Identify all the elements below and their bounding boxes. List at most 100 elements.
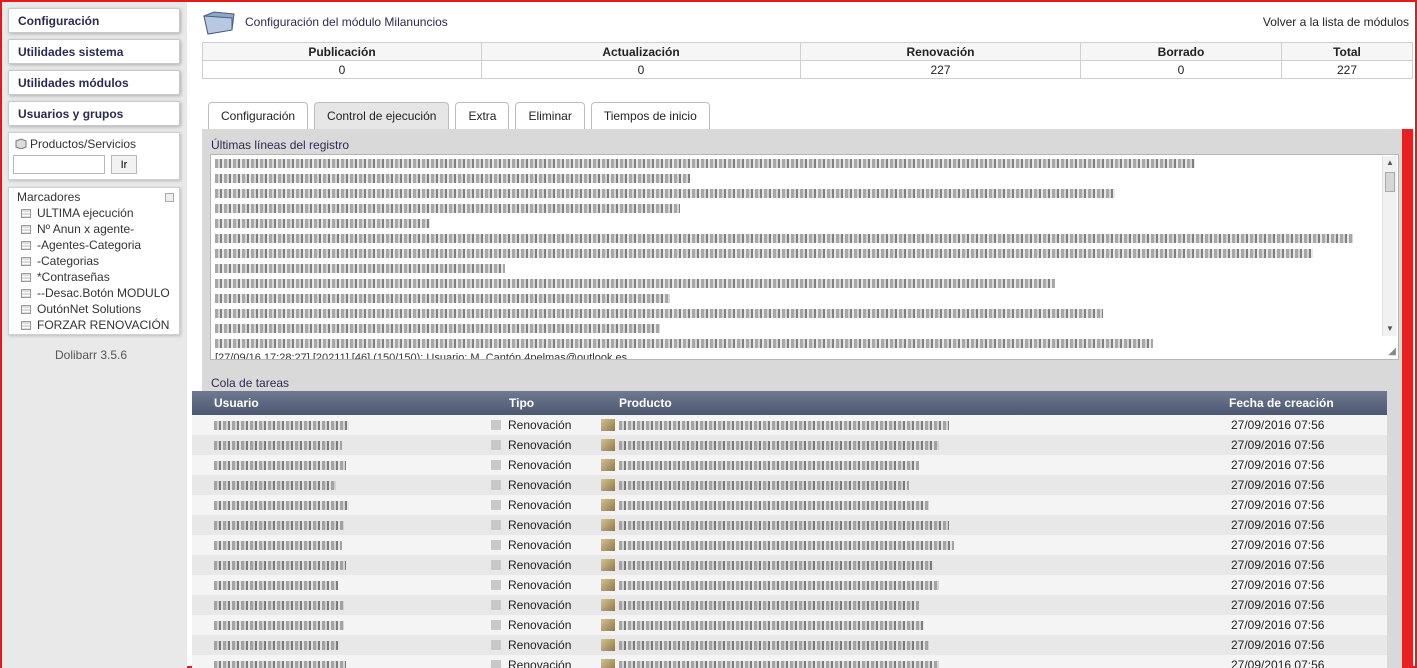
log-line [215,292,1365,307]
type-marker-icon [491,480,501,490]
module-folder-icon [203,11,235,35]
cell-usuario [192,435,487,455]
cell-fecha: 27/09/2016 07:56 [1231,618,1325,632]
tab-extra[interactable]: Extra [455,102,510,130]
bookmark-item[interactable]: FORZAR RENOVACIÓN [21,318,170,334]
bookmarks-collapse-icon[interactable] [165,193,174,202]
menu-utilidades-sistema[interactable]: Utilidades sistema [8,39,180,64]
cell-tipo: Renovación [487,615,597,635]
bookmark-item[interactable]: OutónNet Solutions [21,302,170,318]
type-marker-icon [491,440,501,450]
bookmark-label: FORZAR RENOVACIÓN [37,318,170,332]
table-row[interactable]: Renovación 27/09/2016 07:56 [192,615,1387,635]
table-row[interactable]: Renovación 27/09/2016 07:56 [192,415,1387,435]
bookmark-label: OutónNet Solutions [37,302,142,316]
scroll-up-icon[interactable]: ▲ [1386,158,1394,167]
cell-tipo-text: Renovación [508,578,572,592]
column-header-tipo[interactable]: Tipo [487,391,597,415]
log-line [215,217,1365,232]
bookmark-label: -Agentes-Categoria [37,238,142,252]
menu-usuarios-grupos[interactable]: Usuarios y grupos [8,101,180,126]
log-line: [27/09/16 17:28:27] [20211] [46] (150/15… [215,352,1365,359]
column-header-fecha[interactable]: Fecha de creación [1207,391,1387,415]
type-marker-icon [491,520,501,530]
cell-producto [597,435,1207,455]
product-icon [15,138,27,149]
table-row[interactable]: Renovación 27/09/2016 07:56 [192,515,1387,535]
bookmark-item[interactable]: -Agentes-Categoria [21,238,170,254]
bookmark-icon [21,305,31,314]
cell-tipo: Renovación [487,495,597,515]
back-to-modules-link[interactable]: Volver a la lista de módulos [1263,15,1409,29]
cell-fecha: 27/09/2016 07:56 [1231,518,1325,532]
stats-table: Publicación Actualización Renovación Bor… [202,42,1413,79]
cell-fecha: 27/09/2016 07:56 [1231,658,1325,668]
table-row[interactable]: Renovación 27/09/2016 07:56 [192,635,1387,655]
bookmark-icon [21,209,31,218]
bookmark-item[interactable]: -Categorias [21,254,170,270]
menu-utilidades-modulos[interactable]: Utilidades módulos [8,70,180,95]
cell-tipo-text: Renovación [508,538,572,552]
tab-eliminar[interactable]: Eliminar [515,102,585,130]
column-header-usuario[interactable]: Usuario [192,391,487,415]
product-thumbnail-icon [601,499,615,511]
product-thumbnail-icon [601,579,615,591]
type-marker-icon [491,600,501,610]
scroll-thumb[interactable] [1385,172,1395,192]
bookmark-label: --Desac.Botón MODULO [37,286,170,300]
tab-configuracion[interactable]: Configuración [208,102,309,130]
table-row[interactable]: Renovación 27/09/2016 07:56 [192,475,1387,495]
cell-tipo-text: Renovación [508,518,572,532]
bookmark-icon [21,241,31,250]
table-row[interactable]: Renovación 27/09/2016 07:56 [192,555,1387,575]
product-thumbnail-icon [601,639,615,651]
tab-tiempos-inicio[interactable]: Tiempos de inicio [590,102,710,130]
type-marker-icon [491,560,501,570]
stats-header: Renovación [800,42,1081,61]
table-row[interactable]: Renovación 27/09/2016 07:56 [192,655,1387,668]
product-thumbnail-icon [601,619,615,631]
cell-usuario [192,475,487,495]
table-row[interactable]: Renovación 27/09/2016 07:56 [192,435,1387,455]
table-row[interactable]: Renovación 27/09/2016 07:56 [192,455,1387,475]
cell-tipo-text: Renovación [508,658,572,668]
menu-configuracion[interactable]: Configuración [8,8,180,33]
log-scrollbar[interactable]: ▲ ▼ [1382,156,1397,336]
cell-tipo: Renovación [487,655,597,668]
bookmark-item[interactable]: --Desac.Botón MODULO [21,286,170,302]
cell-producto [597,415,1207,435]
product-search-button[interactable]: Ir [111,155,137,174]
bookmark-item[interactable]: ULTIMA ejecución [21,206,170,222]
bookmark-icon [21,225,31,234]
cell-tipo-text: Renovación [508,618,572,632]
type-marker-icon [491,420,501,430]
type-marker-icon [491,660,501,668]
cell-producto [597,655,1207,668]
log-textarea[interactable]: [27/09/16 17:28:27] [20211] [46] (150/15… [210,154,1399,360]
bookmark-item[interactable]: Nº Anun x agente- [21,222,170,238]
tab-control-ejecucion[interactable]: Control de ejecución [314,102,450,130]
cell-producto [597,535,1207,555]
bookmark-item[interactable]: *Contraseñas [21,270,170,286]
product-search-box: Productos/Servicios Ir [8,132,180,180]
cell-fecha: 27/09/2016 07:56 [1231,638,1325,652]
log-line [215,172,1365,187]
table-row[interactable]: Renovación 27/09/2016 07:56 [192,495,1387,515]
product-search-title: Productos/Servicios [30,137,137,151]
bookmark-label: *Contraseñas [37,270,110,284]
type-marker-icon [491,620,501,630]
product-thumbnail-icon [601,419,615,431]
product-search-input[interactable] [13,155,105,174]
table-row[interactable]: Renovación 27/09/2016 07:56 [192,575,1387,595]
tab-bar: Configuración Control de ejecución Extra… [208,102,710,130]
table-row[interactable]: Renovación 27/09/2016 07:56 [192,535,1387,555]
cell-usuario [192,575,487,595]
scroll-down-icon[interactable]: ▼ [1386,324,1394,333]
column-header-producto[interactable]: Producto [597,391,1207,415]
log-line [215,307,1365,322]
resize-grip-icon[interactable]: ◢ [1388,346,1396,357]
table-row[interactable]: Renovación 27/09/2016 07:56 [192,595,1387,615]
cell-usuario [192,595,487,615]
task-queue-body: Renovación 27/09/2016 07:56 Renovación 27/0… [192,415,1387,668]
product-thumbnail-icon [601,559,615,571]
